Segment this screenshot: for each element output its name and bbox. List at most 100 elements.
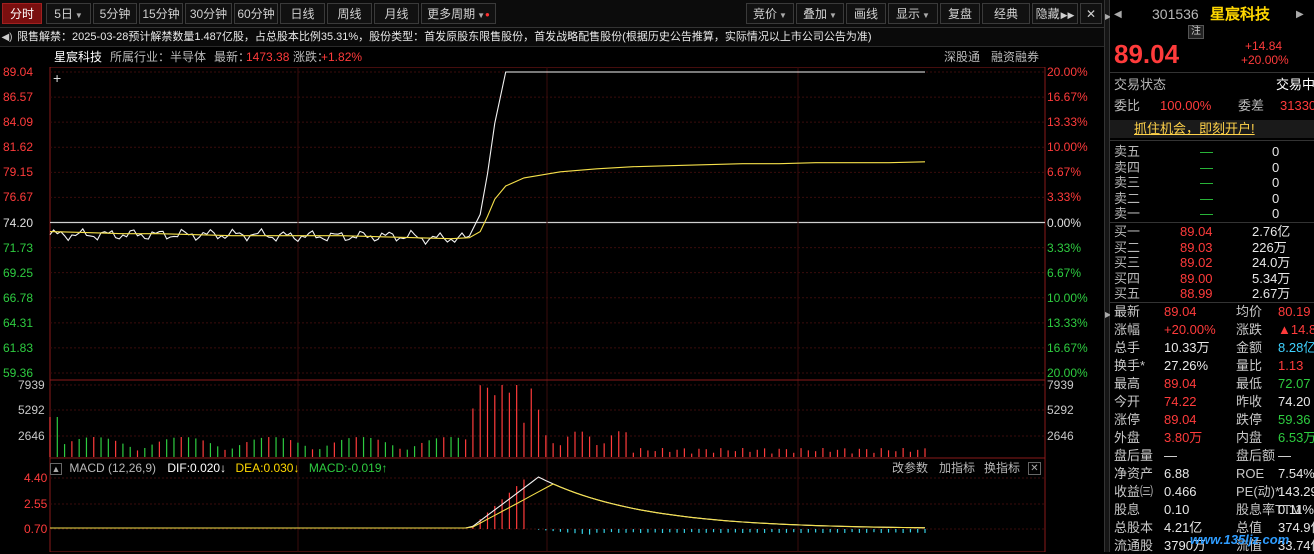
pct-tick-label: 0.00%	[1047, 215, 1082, 230]
speaker-icon: ◀)	[1, 32, 13, 43]
ask-price: —	[1200, 144, 1213, 159]
add-indicator-button[interactable]: 加指标	[939, 459, 975, 477]
stat-row: 今开 74.22 昨收 74.20	[1110, 393, 1314, 410]
classic-button[interactable]: 经典	[982, 3, 1030, 24]
stat-label: 今开	[1114, 394, 1141, 409]
tab-5min[interactable]: 5分钟	[93, 3, 137, 24]
stat-row: 外盘 3.80万 内盘 6.53万	[1110, 429, 1314, 446]
margin-trading-button[interactable]: 融资融券	[991, 48, 1039, 67]
stat-label: 总股本	[1114, 520, 1154, 535]
price-tick-label: 64.31	[3, 315, 34, 330]
replay-button[interactable]: 复盘	[940, 3, 980, 24]
stat-value-2: 1.13	[1278, 358, 1304, 373]
macd-dif: DIF:0.020↓	[167, 461, 227, 475]
stat-label-2: 昨收	[1236, 394, 1263, 409]
forward-arrow-icon[interactable]: ▶	[1296, 6, 1304, 23]
ask-row: 卖五 — 0	[1110, 143, 1314, 160]
shenzhen-connect-button[interactable]: 深股通	[944, 48, 980, 67]
weicha-label: 委差	[1238, 98, 1265, 113]
pct-tick-label: 10.00%	[1047, 140, 1088, 155]
bid-price: 89.04	[1180, 224, 1213, 239]
stat-row: 收益㈢ 0.466 PE(动)* 143.29	[1110, 483, 1314, 500]
industry-label[interactable]: 所属行业：半导体	[110, 48, 206, 67]
bid-price: 89.03	[1180, 239, 1213, 255]
change-params-button[interactable]: 改参数	[892, 459, 928, 477]
stat-label: 股息	[1114, 502, 1141, 517]
chevron-down-icon: ▼	[829, 11, 837, 20]
tab-5day[interactable]: 5日 ▼	[46, 3, 91, 24]
stat-value-2: 6.53万	[1278, 430, 1314, 445]
stat-row: 最新 89.04 均价 80.19	[1110, 303, 1314, 320]
ask-label: 卖一	[1114, 206, 1141, 221]
overlay-button[interactable]: 叠加 ▼	[796, 3, 844, 24]
stat-value: 27.26%	[1164, 358, 1209, 373]
display-button[interactable]: 显示 ▼	[888, 3, 938, 24]
intraday-chart[interactable]: +	[0, 67, 1104, 552]
auction-button[interactable]: 竞价 ▼	[746, 3, 794, 24]
stat-value-2: 8.28亿	[1278, 340, 1314, 355]
price-change-pct: +20.00%	[1241, 53, 1289, 67]
watermark: www.135ljz.com	[1190, 532, 1290, 547]
ask-label: 卖二	[1114, 190, 1141, 206]
stat-value-2: 72.07	[1278, 376, 1311, 391]
stat-label: 换手*	[1114, 358, 1146, 373]
pct-tick-label: 13.33%	[1047, 315, 1088, 330]
draw-line-button[interactable]: 画线	[846, 3, 886, 24]
bid-label: 买一	[1114, 224, 1141, 239]
bid-row: 买三 89.02 24.0万	[1110, 254, 1314, 271]
tab-30min[interactable]: 30分钟	[185, 3, 232, 24]
tab-daily[interactable]: 日线	[280, 3, 325, 24]
open-account-link[interactable]: 抓住机会，即刻开户!	[1134, 120, 1255, 137]
pct-tick-label: 6.67%	[1047, 165, 1082, 180]
intraday-chart-area[interactable]: + 89.04 86.57 84.09 81.62 79.15 76.67 74.20 71.…	[0, 65, 1104, 552]
display-label: 显示	[896, 7, 921, 21]
tab-weekly[interactable]: 周线	[327, 3, 372, 24]
price-tick-label: 81.62	[3, 140, 34, 155]
tab-more-label: 更多周期	[427, 7, 476, 21]
tab-intraday[interactable]: 分时	[2, 3, 42, 24]
bid-volume: 2.67万	[1252, 286, 1291, 301]
price-tick-label: 74.20	[3, 215, 34, 230]
stat-label: 净资产	[1114, 466, 1154, 481]
close-button[interactable]: ✕	[1080, 3, 1102, 24]
bid-row: 买五 88.99 2.67万	[1110, 285, 1314, 302]
stat-value: 74.22	[1164, 394, 1197, 409]
tag-registration[interactable]: 注	[1188, 25, 1204, 39]
double-chevron-right-icon: ▶▶	[1060, 10, 1075, 20]
ask-volume: 0	[1272, 159, 1280, 175]
stat-value-2: 7.54%	[1278, 466, 1314, 481]
macd-tick-label: 0.70	[24, 522, 48, 536]
hide-button[interactable]: 隐藏▶▶	[1032, 3, 1078, 24]
chevron-down-icon: ▼	[922, 11, 930, 20]
bid-label: 买四	[1114, 270, 1141, 286]
switch-indicator-button[interactable]: 换指标	[984, 459, 1020, 477]
close-indicator-icon[interactable]: ✕	[1028, 462, 1041, 475]
stock-name[interactable]: 星宸科技	[54, 48, 102, 67]
ask-volume: 0	[1272, 190, 1280, 206]
back-arrow-icon[interactable]: ◀	[1114, 6, 1122, 23]
ask-price: —	[1200, 159, 1213, 175]
price-line	[49, 71, 925, 246]
pct-tick-label: 10.00%	[1047, 290, 1088, 305]
bid-row: 买二 89.03 226万	[1110, 239, 1314, 256]
macd-title[interactable]: MACD (12,26,9)	[69, 461, 156, 475]
tab-15min[interactable]: 15分钟	[139, 3, 183, 24]
tab-more-periods[interactable]: 更多周期 ▼●	[421, 3, 496, 24]
macd-dea: DEA:0.030↓	[235, 461, 300, 475]
macd-header: ▲ MACD (12,26,9) DIF:0.020↓ DEA:0.030↓ M…	[50, 459, 1045, 477]
tab-60min[interactable]: 60分钟	[234, 3, 278, 24]
volume-tick-label-right: 7939	[1047, 378, 1074, 392]
stat-value: 6.88	[1164, 466, 1190, 481]
stat-label-2: 量比	[1236, 358, 1263, 373]
stat-label: 流通股	[1114, 538, 1154, 553]
stat-label: 最高	[1114, 376, 1141, 391]
macd-tick-label: 4.40	[24, 471, 48, 485]
hide-label: 隐藏	[1035, 7, 1060, 21]
bid-volume: 2.76亿	[1252, 224, 1291, 239]
notification-dot-icon: ●	[485, 10, 490, 19]
macd-collapse-icon[interactable]: ▲	[50, 462, 62, 475]
price-tick-label: 79.15	[3, 165, 34, 180]
stat-label-2: 内盘	[1236, 430, 1263, 445]
volume-tick-label: 2646	[18, 429, 45, 443]
tab-monthly[interactable]: 月线	[374, 3, 419, 24]
